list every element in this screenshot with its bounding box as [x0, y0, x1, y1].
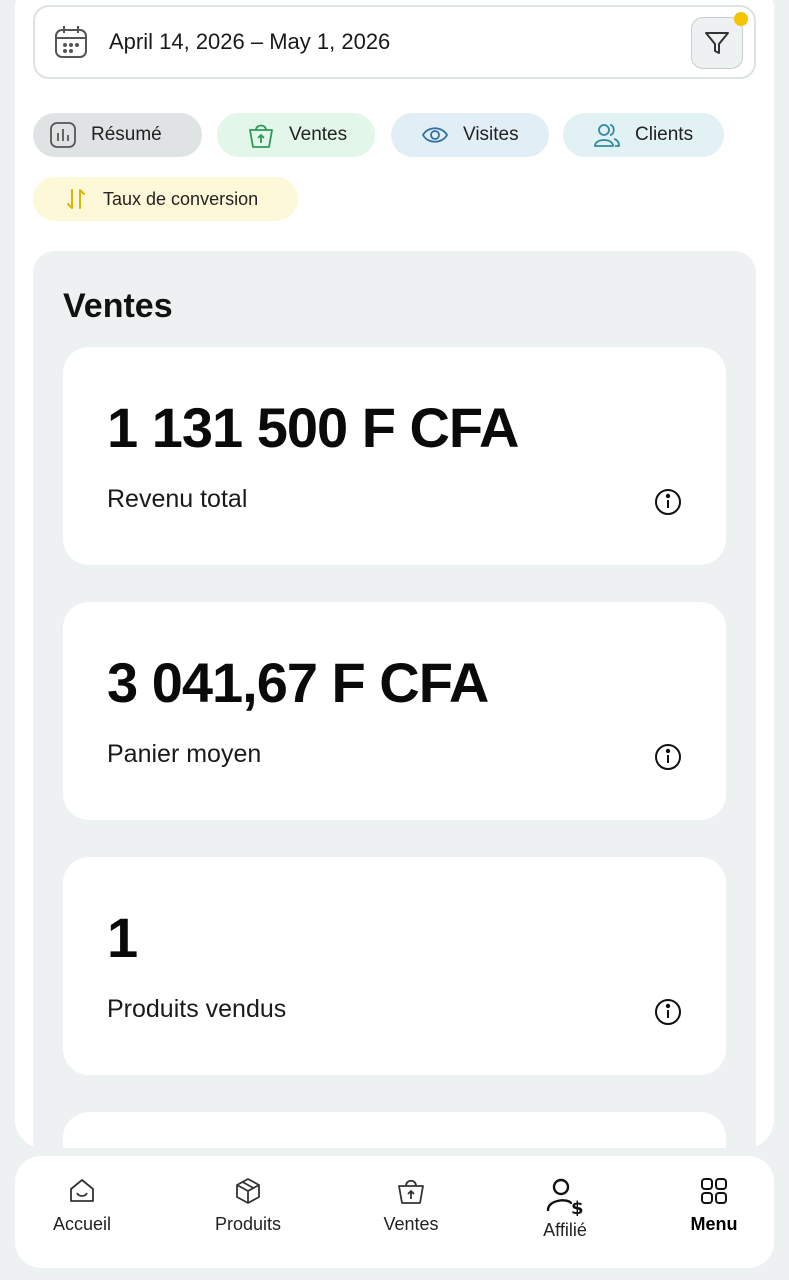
svg-text:$: $	[571, 1198, 584, 1216]
bottom-nav: Accueil Produits Ventes $ Affilié Menu	[15, 1156, 774, 1268]
affiliate-icon: $	[546, 1178, 584, 1216]
nav-item-accueil[interactable]: Accueil	[12, 1156, 152, 1268]
nav-label: Menu	[690, 1214, 738, 1234]
users-icon	[594, 124, 620, 147]
stat-card-revenu: 1 131 500 F CFA Revenu total	[63, 347, 726, 565]
tab-resume[interactable]: Résumé	[33, 113, 202, 157]
calendar-icon	[55, 26, 87, 58]
tab-ventes[interactable]: Ventes	[217, 113, 375, 157]
shopping-bag-icon	[398, 1179, 424, 1204]
filter-active-dot	[734, 12, 748, 26]
info-icon[interactable]	[653, 997, 683, 1027]
stat-value: 3 041,67 F CFA	[107, 651, 489, 714]
nav-item-affilie[interactable]: $ Affilié	[495, 1156, 635, 1268]
filter-button[interactable]	[691, 12, 748, 69]
nav-item-menu[interactable]: Menu	[644, 1156, 784, 1268]
info-icon[interactable]	[653, 487, 683, 517]
eye-icon	[421, 127, 449, 143]
nav-item-produits[interactable]: Produits	[178, 1156, 318, 1268]
nav-item-ventes[interactable]: Ventes	[341, 1156, 481, 1268]
tab-taux-label: Taux de conversion	[103, 188, 259, 209]
grid-icon	[701, 1178, 727, 1204]
date-range-text: April 14, 2026 – May 1, 2026	[109, 29, 391, 54]
stat-label: Revenu total	[107, 485, 248, 513]
ventes-panel: Ventes 1 131 500 F CFA Revenu total 3 04…	[33, 251, 756, 1148]
tab-resume-label: Résumé	[91, 124, 162, 145]
shopping-bag-icon	[249, 124, 273, 148]
tab-clients-label: Clients	[635, 124, 694, 145]
stat-label: Panier moyen	[107, 740, 262, 768]
home-icon	[70, 1179, 94, 1202]
section-title: Ventes	[63, 287, 173, 325]
tab-visites[interactable]: Visites	[391, 113, 549, 157]
nav-label: Affilié	[543, 1220, 587, 1240]
conversion-arrows-icon	[67, 189, 85, 209]
stat-label: Produits vendus	[107, 995, 287, 1023]
tab-taux-conversion[interactable]: Taux de conversion	[33, 177, 298, 221]
nav-label: Produits	[214, 1214, 282, 1234]
stat-value: 1	[107, 906, 138, 969]
stat-card-partial	[63, 1112, 726, 1148]
bar-chart-icon	[50, 122, 76, 148]
info-icon[interactable]	[653, 742, 683, 772]
tab-visites-label: Visites	[463, 124, 519, 145]
filter-icon	[705, 32, 729, 54]
box-icon	[236, 1178, 260, 1204]
nav-label: Ventes	[383, 1214, 439, 1234]
date-range-picker[interactable]: April 14, 2026 – May 1, 2026	[33, 5, 756, 79]
stat-value: 1 131 500 F CFA	[107, 396, 519, 459]
stat-card-panier: 3 041,67 F CFA Panier moyen	[63, 602, 726, 820]
tab-ventes-label: Ventes	[289, 124, 348, 145]
tab-clients[interactable]: Clients	[563, 113, 724, 157]
stat-card-produits: 1 Produits vendus	[63, 857, 726, 1075]
nav-label: Accueil	[52, 1214, 112, 1234]
